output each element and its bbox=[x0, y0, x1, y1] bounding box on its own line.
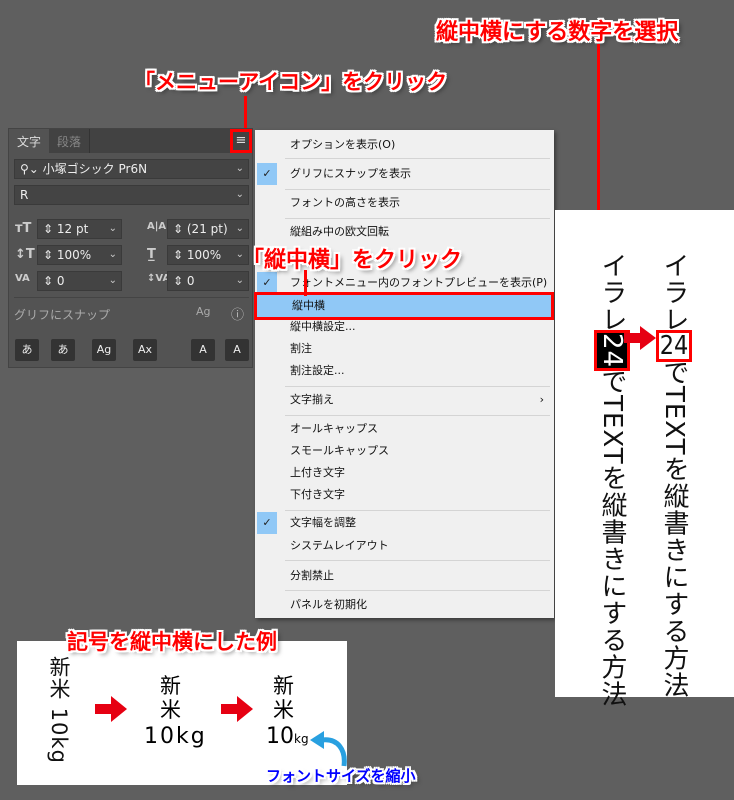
panel-flyout-menu: オプションを表示(O) ✓ グリフにスナップを表示 フォントの高さを表示 縦組み中… bbox=[254, 130, 554, 618]
shrink-font-note: フォントサイズを縮小 bbox=[266, 767, 416, 785]
vertical-scale-icon: ↕T bbox=[15, 247, 35, 262]
vertical-text-before: イラレ24でTEXTを縦書きにする方法 bbox=[594, 252, 630, 708]
example-vertical-plain: 新米 10kg bbox=[47, 656, 71, 764]
font-size-icon: ᴛT bbox=[15, 221, 32, 236]
kerning-icon: VA bbox=[15, 273, 30, 284]
chevron-down-icon: ⌄ bbox=[235, 189, 244, 200]
snap-em-box-button[interactable]: あ bbox=[15, 339, 39, 361]
menu-item-warichu-settings[interactable]: 割注設定... bbox=[255, 360, 554, 382]
callout-select-number: 縦中横にする数字を選択 bbox=[436, 20, 679, 45]
menu-item-char-align[interactable]: 文字揃え › bbox=[255, 389, 554, 411]
check-icon: ✓ bbox=[257, 272, 277, 294]
example-title: 記号を縦中横にした例 bbox=[67, 630, 277, 654]
check-icon: ✓ bbox=[257, 512, 277, 534]
horizontal-scale-icon: T̲ bbox=[147, 247, 156, 262]
curved-arrow-icon bbox=[310, 731, 347, 767]
leading-icon: A|A bbox=[147, 221, 167, 232]
menu-item-show-options[interactable]: オプションを表示(O) bbox=[255, 134, 554, 156]
divider bbox=[14, 297, 249, 298]
kerning-field[interactable]: ⇕ 0 ⌄ bbox=[37, 271, 122, 291]
callout-line bbox=[244, 96, 247, 129]
panel-menu-button[interactable]: ≡ bbox=[230, 129, 252, 153]
callout-line bbox=[304, 270, 307, 296]
arrow-right-icon bbox=[221, 696, 253, 722]
font-size-field[interactable]: ⇕ 12 pt ⌄ bbox=[37, 219, 122, 239]
vertical-text-sample bbox=[555, 210, 734, 697]
example-tcy-number: 10kg bbox=[144, 724, 207, 749]
horizontal-scale-field[interactable]: ⇕ 100% ⌄ bbox=[167, 245, 249, 265]
menu-item-reset-panel[interactable]: パネルを初期化 bbox=[255, 594, 554, 616]
check-icon: ✓ bbox=[257, 163, 277, 185]
vertical-text-after: イラレ24でTEXTを縦書きにする方法 bbox=[656, 252, 692, 699]
menu-item-adjust-width[interactable]: ✓ 文字幅を調整 bbox=[255, 512, 554, 534]
menu-item-font-preview[interactable]: ✓ フォントメニュー内のフォントプレビューを表示(P) bbox=[255, 272, 554, 294]
character-panel: 文字 段落 ≡ ⚲⌄ 小塚ゴシック Pr6N ⌄ R ⌄ ᴛT ⇕ 12 pt ⌄ A… bbox=[8, 128, 253, 368]
snap-label: グリフにスナップ bbox=[14, 308, 111, 322]
menu-item-all-caps[interactable]: オールキャップス bbox=[255, 418, 554, 440]
callout-click-tcy: 「縦中横」をクリック bbox=[242, 248, 463, 273]
menu-item-small-caps[interactable]: スモールキャップス bbox=[255, 440, 554, 462]
menu-item-tcy-settings[interactable]: 縦中横設定... bbox=[255, 316, 554, 338]
vertical-scale-field[interactable]: ⇕ 100% ⌄ bbox=[37, 245, 122, 265]
example-tcy-small-number: 10kg bbox=[266, 724, 309, 749]
menu-item-system-layout[interactable]: システムレイアウト bbox=[255, 535, 554, 557]
snap-glyph-bounds-button[interactable]: Ag bbox=[92, 339, 116, 361]
snap-anchor-button[interactable]: A bbox=[225, 339, 249, 361]
snap-ideographic-button[interactable]: あ bbox=[51, 339, 75, 361]
menu-item-warichu[interactable]: 割注 bbox=[255, 338, 554, 360]
menu-item-font-height[interactable]: フォントの高さを表示 bbox=[255, 192, 554, 214]
info-icon[interactable]: ⓘ bbox=[231, 304, 244, 323]
callout-click-menu-icon: 「メニューアイコン」をクリック bbox=[134, 70, 448, 94]
tracking-field[interactable]: ⇕ 0 ⌄ bbox=[167, 271, 249, 291]
font-style-select[interactable]: R ⌄ bbox=[14, 185, 249, 205]
glyph-icon[interactable]: Ag bbox=[196, 305, 211, 318]
menu-item-tate-chu-yoko[interactable]: 縦中横 bbox=[254, 292, 554, 320]
chevron-down-icon: ⌄ bbox=[235, 163, 244, 174]
snap-baseline-button[interactable]: Ax bbox=[133, 339, 157, 361]
menu-item-snap-glyph[interactable]: ✓ グリフにスナップを表示 bbox=[255, 163, 554, 185]
menu-item-rotate-roman[interactable]: 縦組み中の欧文回転 bbox=[255, 221, 554, 243]
font-family-select[interactable]: ⚲⌄ 小塚ゴシック Pr6N ⌄ bbox=[14, 159, 249, 179]
menu-item-subscript[interactable]: 下付き文字 bbox=[255, 484, 554, 506]
example-tcy-small: 新米 bbox=[273, 674, 294, 722]
example-tcy: 新米 bbox=[160, 674, 181, 722]
menu-item-no-break[interactable]: 分割禁止 bbox=[255, 565, 554, 587]
search-icon: ⚲⌄ bbox=[20, 162, 43, 176]
tcy-number: 24 bbox=[656, 330, 692, 362]
arrow-right-icon bbox=[624, 326, 656, 350]
tab-paragraph[interactable]: 段落 bbox=[49, 129, 91, 153]
leading-field[interactable]: ⇕ (21 pt) ⌄ bbox=[167, 219, 249, 239]
arrow-right-icon bbox=[95, 696, 127, 722]
chevron-right-icon: › bbox=[539, 393, 544, 406]
menu-item-superscript[interactable]: 上付き文字 bbox=[255, 462, 554, 484]
selected-number: 24 bbox=[594, 329, 630, 372]
tab-character[interactable]: 文字 bbox=[9, 129, 50, 153]
snap-angular-button[interactable]: A bbox=[191, 339, 215, 361]
